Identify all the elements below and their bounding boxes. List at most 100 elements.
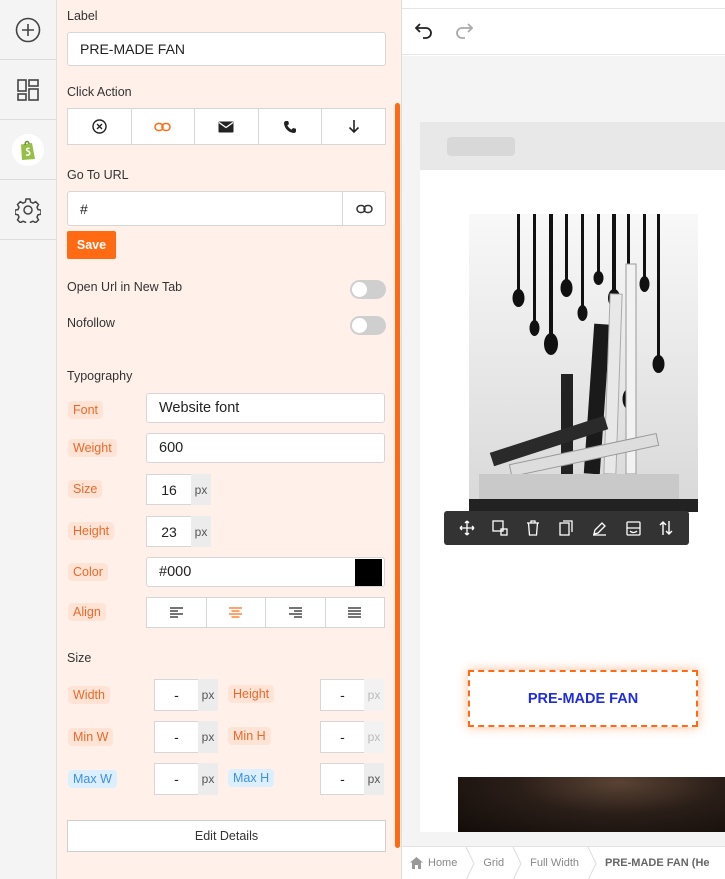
align-selector bbox=[146, 597, 385, 628]
align-right-option[interactable] bbox=[266, 598, 326, 627]
url-input[interactable]: # bbox=[67, 191, 343, 226]
reorder-icon[interactable] bbox=[654, 516, 678, 540]
close-circle-icon bbox=[92, 119, 107, 134]
mail-icon bbox=[218, 121, 234, 132]
action-download-option[interactable] bbox=[322, 109, 385, 144]
breadcrumb-current[interactable]: PRE-MADE FAN (He bbox=[597, 847, 718, 879]
move-icon[interactable] bbox=[455, 516, 479, 540]
align-justify-icon bbox=[348, 607, 362, 618]
canvas-topbar bbox=[402, 8, 725, 55]
label-heading: Label bbox=[67, 9, 98, 23]
min-width-input[interactable]: - bbox=[154, 721, 199, 753]
layer-icon[interactable] bbox=[621, 516, 645, 540]
max-width-unit: px bbox=[198, 763, 218, 795]
size-heading: Size bbox=[67, 651, 92, 665]
home-icon bbox=[410, 857, 423, 869]
line-height-label: Height bbox=[68, 522, 115, 540]
min-height-unit: px bbox=[364, 721, 384, 753]
selected-button-element[interactable]: PRE-MADE FAN bbox=[468, 670, 698, 727]
action-email-option[interactable] bbox=[195, 109, 259, 144]
nofollow-toggle[interactable] bbox=[350, 316, 386, 335]
page-preview: PRE-MADE FAN bbox=[420, 122, 725, 832]
min-width-label: Min W bbox=[68, 728, 114, 746]
layout-button[interactable] bbox=[0, 60, 56, 120]
product-image[interactable] bbox=[469, 214, 698, 512]
font-size-input[interactable]: 16 bbox=[146, 474, 192, 505]
width-input[interactable]: - bbox=[154, 679, 199, 711]
breadcrumb-home-label: Home bbox=[428, 857, 458, 869]
align-center-icon bbox=[229, 607, 243, 618]
url-link-button[interactable] bbox=[342, 191, 386, 226]
font-select[interactable]: Website font bbox=[146, 393, 385, 423]
color-swatch[interactable] bbox=[355, 559, 382, 586]
max-height-label: Max H bbox=[228, 769, 275, 787]
dim-height-label: Height bbox=[228, 685, 275, 703]
typography-heading: Typography bbox=[67, 369, 133, 383]
chevron-right-icon bbox=[466, 847, 475, 879]
nofollow-label: Nofollow bbox=[67, 316, 115, 330]
settings-button[interactable] bbox=[0, 180, 56, 240]
font-label: Font bbox=[68, 401, 104, 419]
button-text: PRE-MADE FAN bbox=[527, 690, 639, 707]
save-button[interactable]: Save bbox=[67, 231, 116, 259]
weight-label: Weight bbox=[68, 439, 117, 457]
action-phone-option[interactable] bbox=[259, 109, 323, 144]
align-right-icon bbox=[288, 607, 302, 618]
edit-pen-icon[interactable] bbox=[588, 516, 612, 540]
min-height-label: Min H bbox=[228, 727, 271, 745]
trash-icon[interactable] bbox=[521, 516, 545, 540]
canvas-area: PRE-MADE FAN Home Grid Full Width PRE-MA… bbox=[401, 0, 725, 879]
align-left-icon bbox=[169, 607, 183, 618]
label-input[interactable]: PRE-MADE FAN bbox=[67, 32, 386, 66]
phone-icon bbox=[284, 120, 297, 133]
chevron-right-icon bbox=[587, 847, 597, 879]
breadcrumb-home[interactable]: Home bbox=[402, 847, 465, 879]
height-unit: px bbox=[364, 679, 384, 711]
align-justify-option[interactable] bbox=[326, 598, 385, 627]
click-action-heading: Click Action bbox=[67, 85, 132, 99]
shopify-icon bbox=[12, 133, 44, 166]
breadcrumb-full-width-label: Full Width bbox=[530, 857, 580, 869]
breadcrumb-grid-label: Grid bbox=[483, 857, 505, 869]
go-to-url-heading: Go To URL bbox=[67, 168, 129, 182]
gear-icon bbox=[15, 197, 41, 223]
edit-details-button[interactable]: Edit Details bbox=[67, 820, 386, 852]
layout-grid-icon bbox=[17, 78, 39, 101]
max-height-unit: px bbox=[364, 763, 384, 795]
plus-circle-icon bbox=[15, 17, 41, 42]
secondary-image[interactable] bbox=[458, 777, 725, 832]
undo-icon[interactable] bbox=[414, 20, 434, 45]
height-input[interactable]: - bbox=[320, 679, 365, 711]
min-height-input[interactable]: - bbox=[320, 721, 365, 753]
max-width-input[interactable]: - bbox=[154, 763, 199, 795]
color-input[interactable]: #000 bbox=[146, 557, 385, 587]
redo-icon[interactable] bbox=[454, 20, 474, 45]
open-new-tab-toggle[interactable] bbox=[350, 280, 386, 299]
element-toolbar bbox=[444, 511, 689, 545]
size-label: Size bbox=[68, 480, 103, 498]
breadcrumb-full-width[interactable]: Full Width bbox=[522, 847, 587, 879]
weight-select[interactable]: 600 bbox=[146, 433, 385, 463]
link-icon bbox=[154, 122, 172, 131]
arrow-down-icon bbox=[348, 120, 359, 134]
line-height-input[interactable]: 23 bbox=[146, 516, 192, 547]
link-icon bbox=[355, 204, 373, 213]
shopify-button[interactable] bbox=[0, 120, 56, 180]
max-height-input[interactable]: - bbox=[320, 763, 365, 795]
panel-scrollbar[interactable] bbox=[395, 103, 400, 848]
align-left-option[interactable] bbox=[147, 598, 207, 627]
resize-icon[interactable] bbox=[488, 516, 512, 540]
align-center-option[interactable] bbox=[207, 598, 266, 627]
breadcrumb: Home Grid Full Width PRE-MADE FAN (He bbox=[402, 846, 725, 879]
action-link-option[interactable] bbox=[132, 109, 196, 144]
duplicate-icon[interactable] bbox=[554, 516, 578, 540]
click-action-selector bbox=[67, 108, 386, 145]
max-width-label: Max W bbox=[68, 770, 117, 788]
align-label: Align bbox=[68, 603, 106, 621]
add-element-button[interactable] bbox=[0, 0, 56, 60]
font-size-unit: px bbox=[191, 474, 211, 505]
action-none-option[interactable] bbox=[68, 109, 132, 144]
color-label: Color bbox=[68, 563, 108, 581]
breadcrumb-grid[interactable]: Grid bbox=[475, 847, 512, 879]
chevron-right-icon bbox=[512, 847, 522, 879]
